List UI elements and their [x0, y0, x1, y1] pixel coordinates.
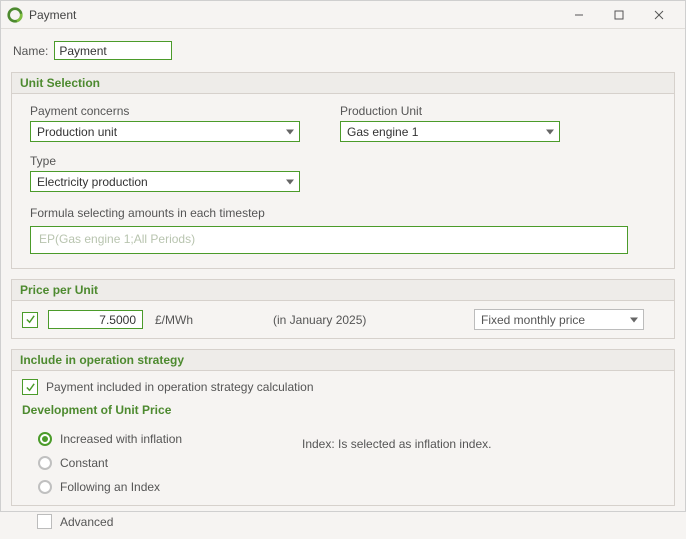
price-per-unit-header: Price per Unit	[11, 279, 675, 301]
name-input[interactable]	[54, 41, 172, 60]
price-unit-label: £/MWh	[155, 313, 193, 327]
radio-follow-index[interactable]	[38, 480, 52, 494]
chevron-down-icon	[286, 179, 294, 184]
radio-inflation[interactable]	[38, 432, 52, 446]
operation-strategy-header: Include in operation strategy	[11, 349, 675, 371]
close-button[interactable]	[639, 3, 679, 27]
app-logo-icon	[7, 7, 23, 23]
development-radio-group: Increased with inflation Constant Follow…	[22, 423, 664, 499]
radio-inflation-label: Increased with inflation	[60, 432, 182, 446]
development-header: Development of Unit Price	[22, 395, 664, 423]
production-unit-label: Production Unit	[340, 104, 560, 118]
price-value-input[interactable]	[48, 310, 143, 329]
radio-follow-index-label: Following an Index	[60, 480, 160, 494]
radio-constant-label: Constant	[60, 456, 108, 470]
radio-constant[interactable]	[38, 456, 52, 470]
chevron-down-icon	[546, 129, 554, 134]
advanced-checkbox[interactable]	[37, 514, 52, 529]
maximize-button[interactable]	[599, 3, 639, 27]
payment-concerns-label: Payment concerns	[30, 104, 300, 118]
titlebar: Payment	[1, 1, 685, 29]
advanced-label: Advanced	[60, 515, 113, 529]
window-title: Payment	[29, 8, 559, 22]
formula-input[interactable]: EP(Gas engine 1;All Periods)	[30, 226, 628, 254]
include-strategy-checkbox[interactable]	[22, 379, 38, 395]
operation-strategy-body: Payment included in operation strategy c…	[11, 371, 675, 506]
price-date-label: (in January 2025)	[273, 313, 366, 327]
production-unit-select[interactable]: Gas engine 1	[340, 121, 560, 142]
price-type-select[interactable]: Fixed monthly price	[474, 309, 644, 330]
price-per-unit-body: £/MWh (in January 2025) Fixed monthly pr…	[11, 301, 675, 339]
name-label: Name:	[13, 44, 48, 58]
price-enable-checkbox[interactable]	[22, 312, 38, 328]
formula-label: Formula selecting amounts in each timest…	[30, 206, 656, 220]
minimize-button[interactable]	[559, 3, 599, 27]
unit-selection-header: Unit Selection	[11, 72, 675, 94]
payment-concerns-select[interactable]: Production unit	[30, 121, 300, 142]
unit-selection-body: Payment concerns Production unit Product…	[11, 94, 675, 269]
type-select[interactable]: Electricity production	[30, 171, 300, 192]
chevron-down-icon	[286, 129, 294, 134]
index-note-label: Index: Is selected as inflation index.	[302, 437, 491, 451]
type-label: Type	[30, 154, 300, 168]
include-strategy-label: Payment included in operation strategy c…	[46, 380, 314, 394]
chevron-down-icon	[630, 317, 638, 322]
